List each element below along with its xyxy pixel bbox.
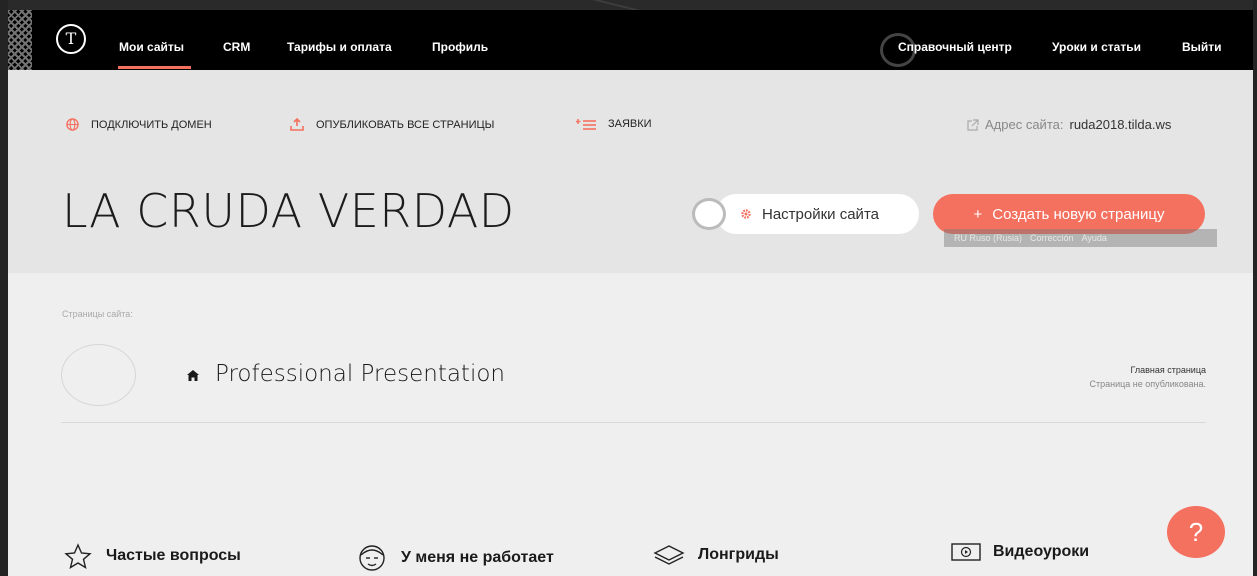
star-icon <box>64 543 92 569</box>
create-page-button[interactable]: + Создать новую страницу <box>933 194 1205 234</box>
nav-item-logout[interactable]: Выйти <box>1182 40 1222 54</box>
page-meta: Главная страница Страница не опубликован… <box>1090 363 1206 391</box>
frame-left-border <box>0 0 8 576</box>
connect-domain-label: ПОДКЛЮЧИТЬ ДОМЕН <box>91 118 212 131</box>
site-title: LA CRUDA VERDAD <box>62 184 515 238</box>
layers-icon <box>653 545 685 565</box>
gear-icon <box>741 209 751 219</box>
not-working-link[interactable]: У меня не работает <box>355 543 554 573</box>
help-chat-button[interactable]: ? <box>1167 506 1225 558</box>
nav-item-profile[interactable]: Профиль <box>432 40 488 54</box>
page-title[interactable]: Professional Presentation <box>215 361 505 387</box>
video-lessons-link[interactable]: Видеоуроки <box>951 543 1089 561</box>
translate-toolbar: RU Ruso (Rusia) Corrección Ayuda <box>944 229 1217 247</box>
nav-item-help-center[interactable]: Справочный центр <box>898 40 1012 54</box>
longreads-link[interactable]: Лонгриды <box>652 543 779 567</box>
face-icon <box>359 545 385 571</box>
publish-status: Страница не опубликована. <box>1089 379 1206 389</box>
browser-chrome-strip <box>0 0 1257 10</box>
video-icon <box>951 543 981 561</box>
upload-icon <box>290 118 304 131</box>
frame-decoration-line <box>364 0 676 10</box>
connect-domain-action[interactable]: ПОДКЛЮЧИТЬ ДОМЕН <box>66 118 212 131</box>
nav-item-lessons[interactable]: Уроки и статьи <box>1052 40 1141 54</box>
globe-icon <box>66 118 79 131</box>
leads-action[interactable]: ЗАЯВКИ <box>576 118 652 130</box>
list-add-icon <box>576 119 596 130</box>
list-divider <box>61 422 1206 423</box>
faq-label: Частые вопросы <box>106 547 241 564</box>
translate-language[interactable]: RU Ruso (Rusia) <box>954 233 1022 243</box>
longreads-label: Лонгриды <box>698 546 779 563</box>
site-address-label: Адрес сайта: <box>985 117 1064 132</box>
home-page-badge: Главная страница <box>1130 365 1206 375</box>
plus-icon: + <box>973 205 983 223</box>
publish-all-label: ОПУБЛИКОВАТЬ ВСЕ СТРАНИЦЫ <box>316 118 495 131</box>
publish-all-action[interactable]: ОПУБЛИКОВАТЬ ВСЕ СТРАНИЦЫ <box>290 118 494 131</box>
nav-item-my-sites[interactable]: Мои сайты <box>119 40 184 54</box>
toggle-knob[interactable] <box>692 198 726 230</box>
tilda-logo-icon[interactable]: T <box>56 24 86 54</box>
not-working-label: У меня не работает <box>401 549 554 566</box>
translate-help[interactable]: Ayuda <box>1082 233 1107 243</box>
nav-active-indicator <box>118 66 191 69</box>
external-link-icon <box>967 118 979 131</box>
site-settings-label: Настройки сайта <box>762 205 879 223</box>
frame-right-border <box>1253 0 1257 576</box>
faq-link[interactable]: Частые вопросы <box>62 543 241 569</box>
leads-label: ЗАЯВКИ <box>608 118 652 130</box>
nav-item-billing[interactable]: Тарифы и оплата <box>287 40 392 54</box>
pages-section-label: Страницы сайта: <box>62 309 133 319</box>
nav-item-crm[interactable]: CRM <box>223 40 250 54</box>
video-lessons-label: Видеоуроки <box>993 543 1090 560</box>
page-thumbnail[interactable] <box>61 344 136 406</box>
site-address-domain[interactable]: ruda2018.tilda.ws <box>1069 117 1171 132</box>
site-address: Адрес сайта: ruda2018.tilda.ws <box>967 117 1171 132</box>
site-settings-button[interactable]: Настройки сайта <box>716 194 919 234</box>
create-page-label: Создать новую страницу <box>992 205 1165 223</box>
translate-correction[interactable]: Corrección <box>1030 233 1074 243</box>
top-navbar: T Мои сайты CRM Тарифы и оплата Профиль … <box>8 10 1253 70</box>
decorative-pattern <box>8 10 32 70</box>
home-icon <box>187 370 199 381</box>
